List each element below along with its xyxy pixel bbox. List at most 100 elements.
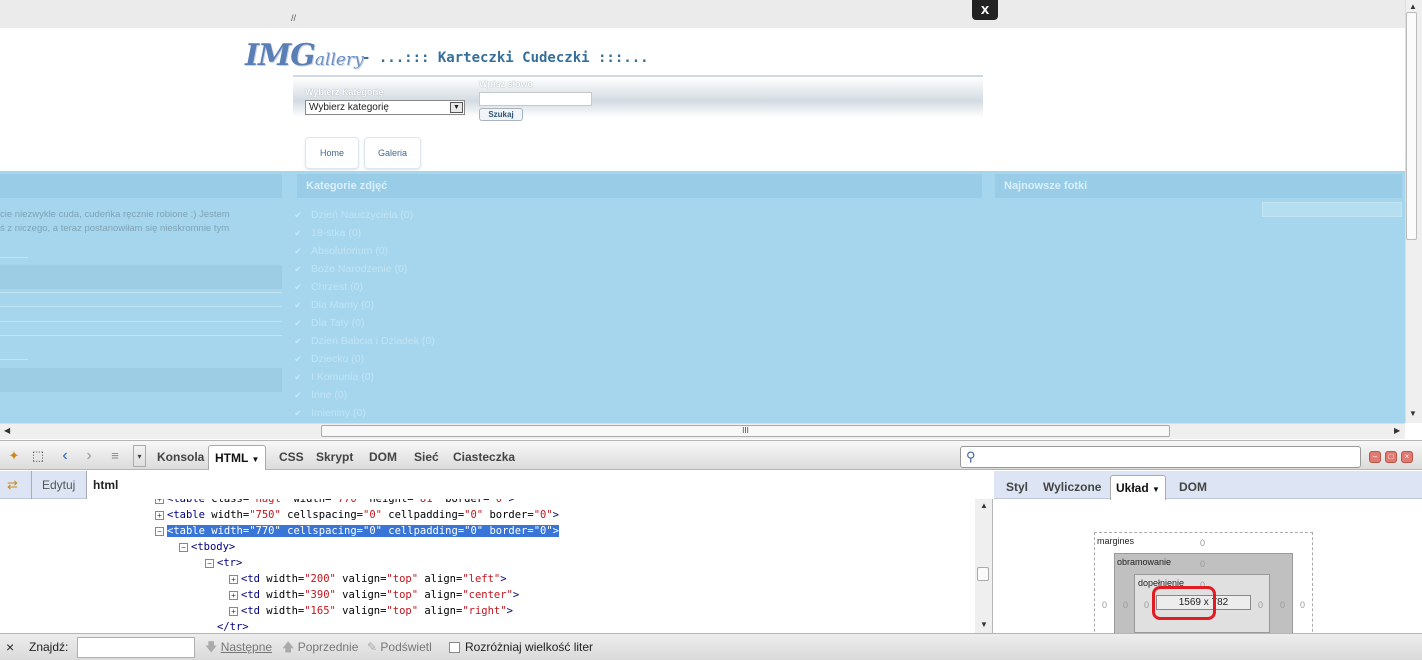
tab-siec[interactable]: Sieć [408, 445, 445, 470]
expand-icon[interactable]: + [155, 499, 164, 504]
left-band [0, 265, 282, 289]
code-icon[interactable]: ⇄ [7, 471, 18, 499]
expand-icon[interactable]: + [155, 510, 164, 520]
html-tree: + <table class="nagl" width="770" height=… [0, 499, 975, 633]
list-item[interactable]: ✔ Chrzest (0) [293, 278, 435, 296]
tree-node[interactable]: + <td width="165" valign="top" align="rig… [229, 603, 513, 619]
divider [0, 292, 282, 293]
list-item[interactable]: ✔ Boże Narodzenie (0) [293, 260, 435, 278]
panel-menu-icon[interactable]: ▾ [133, 445, 146, 467]
scroll-left-icon[interactable]: ◀ [4, 426, 10, 435]
list-item[interactable]: ✔ Inne (0) [293, 386, 435, 404]
search-button[interactable]: Szukaj [479, 108, 523, 121]
previous-button[interactable]: 🡅 Poprzednie [282, 634, 358, 660]
scroll-up-icon[interactable]: ▲ [980, 501, 988, 510]
tree-node[interactable]: + <table width="750" cellspacing="0" cell… [155, 507, 559, 523]
highlight-button[interactable]: ✎ Podświetl [367, 634, 432, 660]
tab-css[interactable]: CSS [273, 445, 310, 470]
minimize-icon[interactable]: – [1369, 451, 1381, 463]
tree-node-text: </tr> [217, 621, 249, 633]
edit-button[interactable]: Edytuj [31, 471, 75, 499]
tab-konsola[interactable]: Konsola [151, 445, 210, 470]
tree-node[interactable]: − <tr> [205, 555, 242, 571]
detach-icon[interactable]: □ [1385, 451, 1397, 463]
inspect-icon[interactable]: ⬚ [30, 448, 46, 464]
tree-node[interactable]: + <td width="200" valign="top" align="lef… [229, 571, 507, 587]
collapse-icon[interactable]: − [205, 558, 214, 568]
tab-wyliczone[interactable]: Wyliczone [1038, 475, 1106, 500]
nav-galeria[interactable]: Galeria [364, 137, 421, 169]
site-title: - ...::: Karteczki Cudeczki :::... [362, 50, 649, 66]
chevron-down-icon[interactable]: ▼ [1152, 485, 1160, 494]
forward-icon[interactable]: › [81, 448, 97, 464]
list-icon[interactable]: ≡ [107, 448, 123, 464]
tab-dom-side[interactable]: DOM [1174, 475, 1212, 500]
list-item[interactable]: ✔ Dzień Babcia i Dziadek (0) [293, 332, 435, 350]
list-item[interactable]: ✔ Dzień Nauczyciela (0) [293, 206, 435, 224]
tree-node-text: <td width="200" valign="top" align="left… [241, 573, 507, 585]
site-logo[interactable]: IMGallery [245, 38, 364, 73]
tree-node-text: <tbody> [191, 541, 236, 553]
checkbox-icon[interactable] [449, 642, 460, 654]
page-viewport: // x IMGallery - ...::: Karteczki Cudecz… [0, 0, 1405, 423]
tree-node[interactable]: − <tbody> [179, 539, 235, 555]
chevron-down-icon[interactable]: ▼ [450, 102, 463, 113]
tree-node[interactable]: − <table width="770" cellspacing="0" cell… [155, 523, 559, 539]
scroll-right-icon[interactable]: ▶ [1394, 426, 1400, 435]
categories-header: Kategorie zdjęć [297, 174, 982, 198]
top-strip-text: // [291, 13, 297, 23]
list-item[interactable]: ✔ Dla Mamy (0) [293, 296, 435, 314]
search-input[interactable] [479, 92, 592, 106]
tab-uklad[interactable]: Układ ▼ [1110, 475, 1166, 500]
tab-styl[interactable]: Styl [1001, 475, 1033, 500]
category-select[interactable]: Wybierz kategorię ▼ [305, 100, 465, 115]
divider [0, 359, 28, 360]
collapse-icon[interactable]: − [179, 542, 188, 552]
tree-node[interactable]: + <table class="nagl" width="770" height=… [155, 499, 515, 507]
firebug-icon[interactable]: ✦ [6, 448, 22, 464]
chevron-down-icon[interactable]: ▼ [251, 455, 259, 464]
list-item[interactable]: ✔ Absolutorium (0) [293, 242, 435, 260]
tab-html[interactable]: HTML ▼ [208, 445, 267, 470]
scroll-down-icon[interactable]: ▼ [1409, 409, 1417, 418]
arrow-up-icon: 🡅 [282, 640, 295, 654]
expand-icon[interactable]: + [229, 574, 238, 584]
tab-skrypt[interactable]: Skrypt [310, 445, 359, 470]
list-item[interactable]: ✔ I Komunia (0) [293, 368, 435, 386]
horizontal-scroll-thumb[interactable]: III [321, 425, 1170, 437]
side-tabs-bar: Styl Wyliczone Układ ▼ DOM [994, 471, 1422, 500]
expand-icon[interactable]: + [229, 590, 238, 600]
margin-label: margines [1097, 536, 1135, 546]
intro-line: ś z niczego, a teraz postanowiłam się ni… [0, 223, 230, 234]
breadcrumb[interactable]: html [86, 471, 1019, 499]
close-icon[interactable]: x [972, 0, 998, 20]
close-firebug-icon[interactable]: × [1401, 451, 1413, 463]
expand-icon[interactable]: + [229, 606, 238, 616]
vertical-scroll-thumb[interactable] [1406, 12, 1417, 240]
back-icon[interactable]: ‹ [57, 448, 73, 464]
tree-scrollbar[interactable]: ▲ ▼ [975, 499, 992, 633]
list-item[interactable]: ✔ Imieniny (0) [293, 404, 435, 422]
scroll-down-icon[interactable]: ▼ [980, 620, 988, 629]
tab-ciasteczka[interactable]: Ciasteczka [447, 445, 521, 470]
collapse-icon[interactable]: − [155, 526, 164, 536]
inspect-highlight-overlay: Kategorie zdjęć Najnowsze fotki cie niez… [0, 171, 1405, 423]
check-icon: ✔ [294, 281, 302, 292]
left-column-header [0, 174, 282, 198]
tab-dom[interactable]: DOM [363, 445, 403, 470]
find-input[interactable] [77, 637, 195, 658]
match-case-checkbox[interactable]: Rozróżniaj wielkość liter [449, 634, 593, 660]
nav-home[interactable]: Home [305, 137, 359, 169]
firebug-search-input[interactable]: ⚲ [960, 446, 1361, 468]
find-label: Znajdź: [29, 640, 69, 654]
list-item[interactable]: ✔ Dziecko (0) [293, 350, 435, 368]
tree-node[interactable]: </tr> [217, 619, 249, 633]
tree-node[interactable]: + <td width="390" valign="top" align="cen… [229, 587, 519, 603]
tree-scroll-thumb[interactable] [977, 567, 989, 581]
close-icon[interactable]: × [6, 634, 14, 660]
scroll-up-icon[interactable]: ▲ [1409, 2, 1417, 11]
list-item[interactable]: ✔ 18-stka (0) [293, 224, 435, 242]
next-button[interactable]: 🡇 Następne [205, 634, 272, 660]
find-bar: × Znajdź: 🡇 Następne 🡅 Poprzednie ✎ Podś… [0, 633, 1422, 660]
list-item[interactable]: ✔ Dla Taty (0) [293, 314, 435, 332]
